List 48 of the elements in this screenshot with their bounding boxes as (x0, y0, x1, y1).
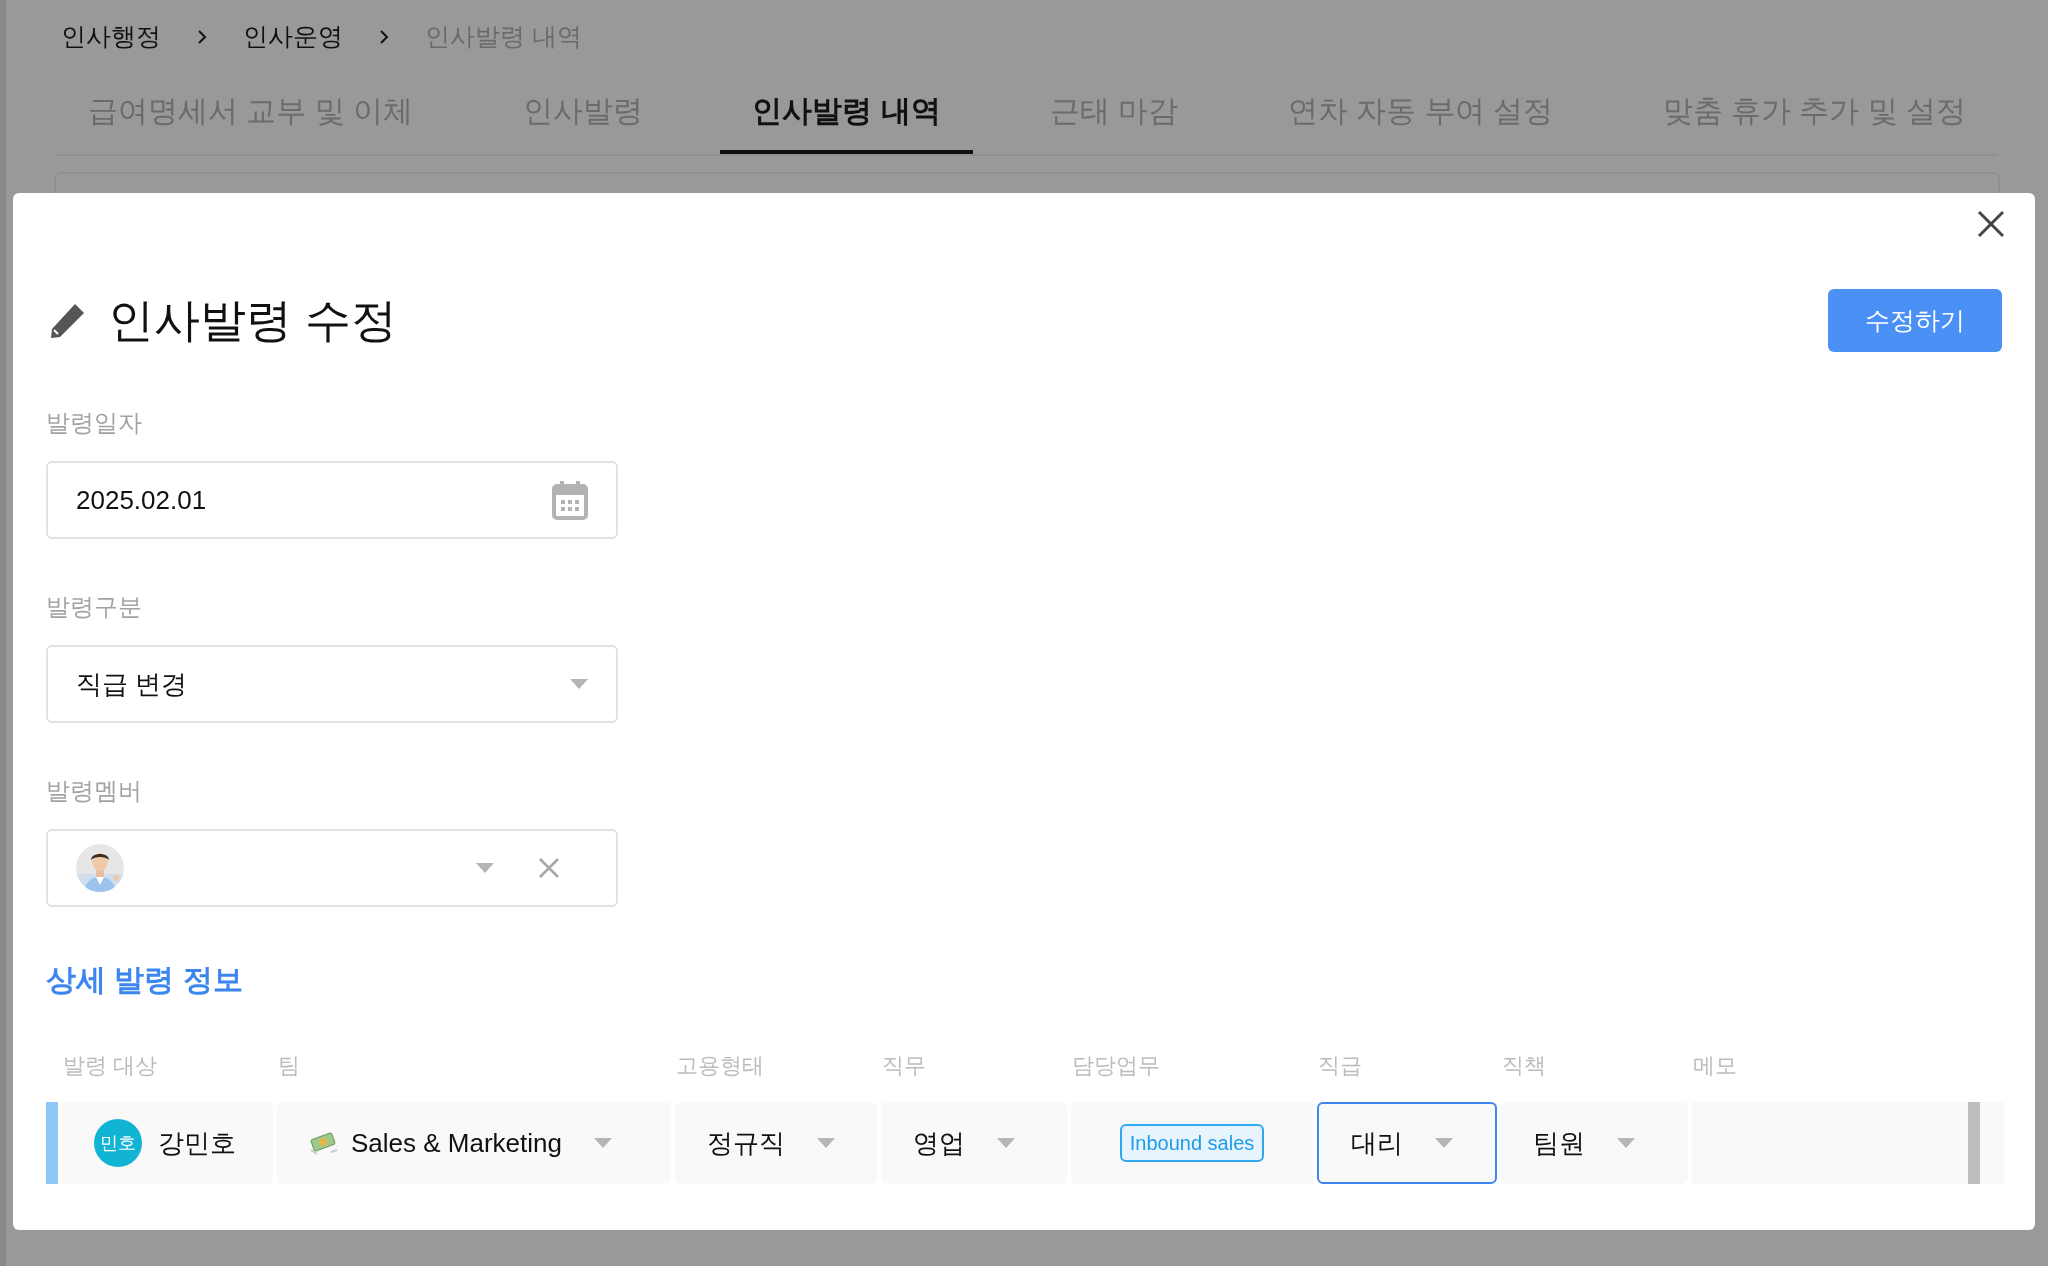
column-header: 메모 (1693, 1053, 1737, 1078)
cell-value: Sales & Marketing (351, 1126, 562, 1160)
column-header: 직책 (1502, 1053, 1546, 1078)
cell-value: 대리 (1351, 1126, 1403, 1160)
select-field[interactable]: 직급 변경 (46, 645, 618, 723)
field-label: 발령일자 (46, 408, 143, 438)
breadcrumb-item[interactable]: 인사행정 (61, 18, 161, 56)
caret-icon (594, 1138, 612, 1148)
select-cell[interactable]: 대리 (1317, 1102, 1497, 1184)
tab[interactable]: 인사발령 내역 (720, 71, 973, 154)
caret-icon (817, 1138, 835, 1148)
member-name: 강민호 (158, 1126, 236, 1160)
close-icon[interactable] (1976, 209, 2006, 239)
select-value: 직급 변경 (76, 667, 188, 701)
memo-cell[interactable] (1692, 1102, 2004, 1184)
caret-icon (1617, 1138, 1635, 1148)
duty-tag: Inbound sales (1119, 1124, 1265, 1162)
column-header: 고용형태 (676, 1053, 764, 1078)
caret-icon (570, 679, 588, 689)
caret-icon (1435, 1138, 1453, 1148)
breadcrumb-item[interactable]: 인사운영 (243, 18, 343, 56)
select-cell[interactable]: 팀원 (1501, 1102, 1688, 1184)
date-value: 2025.02.01 (76, 483, 207, 517)
section-title: 상세 발령 정보 (46, 962, 244, 998)
caret-icon (476, 863, 494, 873)
column-header: 발령 대상 (63, 1053, 158, 1078)
modal-title: 인사발령 수정 (108, 293, 397, 348)
column-header: 팀 (278, 1053, 300, 1078)
field-label: 발령구분 (46, 592, 143, 622)
money-icon (309, 1130, 339, 1156)
chevron-icon (379, 28, 389, 45)
field-label: 발령멤버 (46, 776, 143, 806)
member-select-field[interactable] (46, 829, 618, 907)
clear-icon[interactable] (538, 857, 560, 879)
initials-avatar: 민호 (94, 1119, 142, 1167)
date-field[interactable]: 2025.02.01 (46, 461, 618, 539)
cell-value: 팀원 (1533, 1126, 1585, 1160)
select-cell[interactable]: 정규직 (675, 1102, 877, 1184)
caret-icon (997, 1138, 1015, 1148)
select-cell[interactable]: Sales & Marketing (277, 1102, 671, 1184)
calendar-icon[interactable] (552, 480, 588, 520)
column-header: 담당업무 (1072, 1053, 1160, 1078)
cell-value: 영업 (913, 1126, 965, 1160)
cell-value: 정규직 (707, 1126, 785, 1160)
column-header: 직무 (882, 1053, 926, 1078)
column-header: 직급 (1318, 1053, 1362, 1078)
chevron-icon (197, 28, 207, 45)
select-cell[interactable]: 영업 (881, 1102, 1067, 1184)
